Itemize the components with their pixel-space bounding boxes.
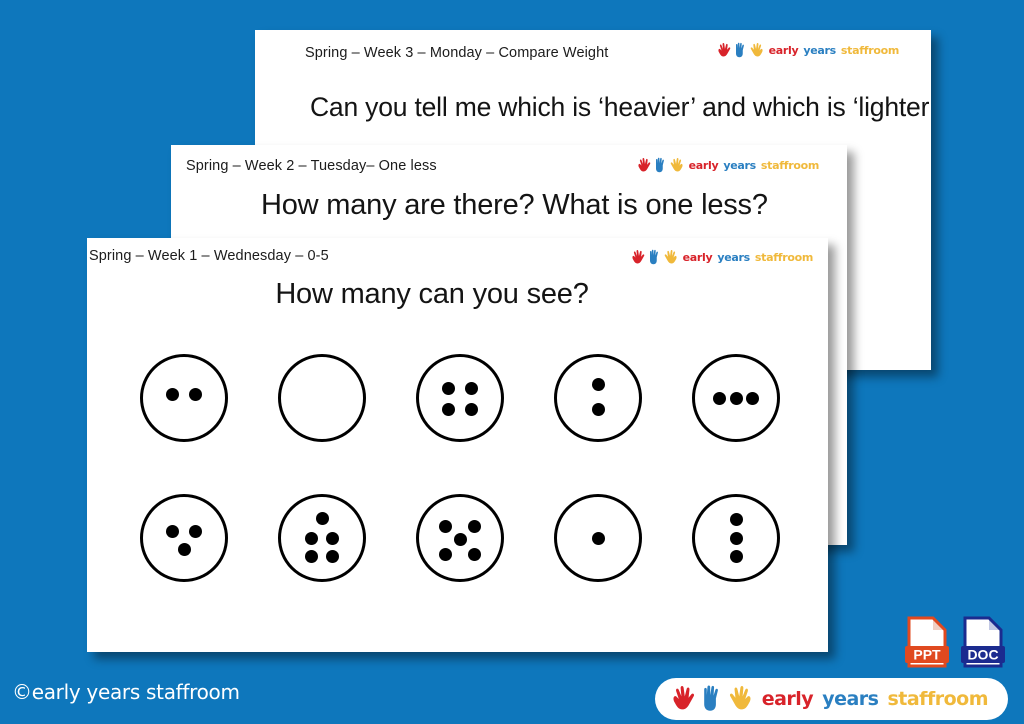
dot [729, 531, 743, 545]
brand-word-staffroom: staffroom [760, 159, 819, 172]
dot [442, 381, 456, 395]
ppt-file-icon[interactable]: PPT [905, 616, 949, 668]
brand-logo: early years staffroom [637, 157, 819, 174]
hand-yellow-icon [727, 684, 753, 714]
hand-blue-icon [699, 684, 725, 714]
slide-title-week1: How many can you see? [275, 278, 589, 310]
dot-circle[interactable] [416, 494, 504, 582]
dot-circle-row [115, 468, 805, 608]
dot [591, 378, 605, 392]
brand-wordmark: early years staffroom [761, 688, 989, 710]
dot [315, 511, 329, 525]
dot-circle[interactable] [278, 494, 366, 582]
dot [326, 531, 340, 545]
dot [729, 549, 743, 563]
dot-circle[interactable] [140, 494, 228, 582]
slide-title-week2: How many are there? What is one less? [261, 189, 768, 221]
hand-yellow-icon [663, 249, 678, 266]
brand-wordmark: early years staffroom [768, 44, 900, 57]
slide-subtitle-week3: Spring – Week 3 – Monday – Compare Weigh… [305, 45, 609, 61]
hand-red-icon [637, 157, 652, 174]
brand-wordmark: early years staffroom [682, 251, 814, 264]
doc-label: DOC [967, 647, 998, 663]
brand-word-years: years [803, 44, 836, 57]
brand-word-early: early [682, 251, 713, 264]
brand-logo: early years staffroom [631, 249, 813, 266]
brand-word-staffroom: staffroom [754, 251, 813, 264]
brand-word-years: years [822, 688, 879, 710]
brand-logo: early years staffroom [717, 42, 899, 59]
dot [453, 533, 467, 547]
dot [166, 388, 180, 402]
slide-title-week3: Can you tell me which is ‘heavier’ and w… [310, 92, 931, 122]
hand-red-icon [631, 249, 646, 266]
dot [729, 513, 743, 527]
dot [438, 520, 452, 534]
brand-word-staffroom: staffroom [840, 44, 899, 57]
hand-yellow-icon [749, 42, 764, 59]
dot [438, 547, 452, 561]
dot [468, 547, 482, 561]
hand-blue-icon [733, 42, 748, 59]
brand-word-years: years [723, 159, 756, 172]
dot-circle[interactable] [416, 354, 504, 442]
hands-icon [671, 684, 753, 714]
dot-circle-grid [115, 328, 805, 608]
slide-card-week1[interactable]: Spring – Week 1 – Wednesday – 0-5 How ma… [87, 238, 828, 652]
dot [442, 402, 456, 416]
dot [188, 524, 202, 538]
download-file-icons: PPT DOC [905, 616, 1005, 668]
brand-word-years: years [717, 251, 750, 264]
dot [591, 402, 605, 416]
copyright-text: ©early years staffroom [12, 680, 240, 704]
ppt-label: PPT [913, 647, 941, 663]
dot-circle[interactable] [554, 354, 642, 442]
dot [166, 524, 180, 538]
hand-yellow-icon [669, 157, 684, 174]
dot [464, 381, 478, 395]
dot [729, 391, 743, 405]
brand-word-early: early [688, 159, 719, 172]
hand-red-icon [717, 42, 732, 59]
dot [326, 550, 340, 564]
footer-brand-logo: early years staffroom [654, 678, 1008, 720]
dot-circle[interactable] [692, 354, 780, 442]
dot-circle-row [115, 328, 805, 468]
hand-red-icon [671, 684, 697, 714]
brand-word-staffroom: staffroom [887, 688, 988, 710]
brand-word-early: early [768, 44, 799, 57]
dot [177, 542, 191, 556]
dot [745, 391, 759, 405]
hand-blue-icon [653, 157, 668, 174]
hands-icon [637, 157, 684, 174]
hands-icon [717, 42, 764, 59]
dot [464, 402, 478, 416]
dot [188, 388, 202, 402]
hands-icon [631, 249, 678, 266]
dot [304, 531, 318, 545]
dot-circle[interactable] [692, 494, 780, 582]
slide-subtitle-week2: Spring – Week 2 – Tuesday– One less [186, 158, 437, 174]
dot [468, 520, 482, 534]
dot-circle[interactable] [140, 354, 228, 442]
brand-wordmark: early years staffroom [688, 159, 820, 172]
doc-file-icon[interactable]: DOC [961, 616, 1005, 668]
dot [304, 550, 318, 564]
dot-circle[interactable] [554, 494, 642, 582]
brand-word-early: early [761, 688, 814, 710]
dot [713, 391, 727, 405]
dot-circle[interactable] [278, 354, 366, 442]
dot [591, 531, 605, 545]
hand-blue-icon [647, 249, 662, 266]
